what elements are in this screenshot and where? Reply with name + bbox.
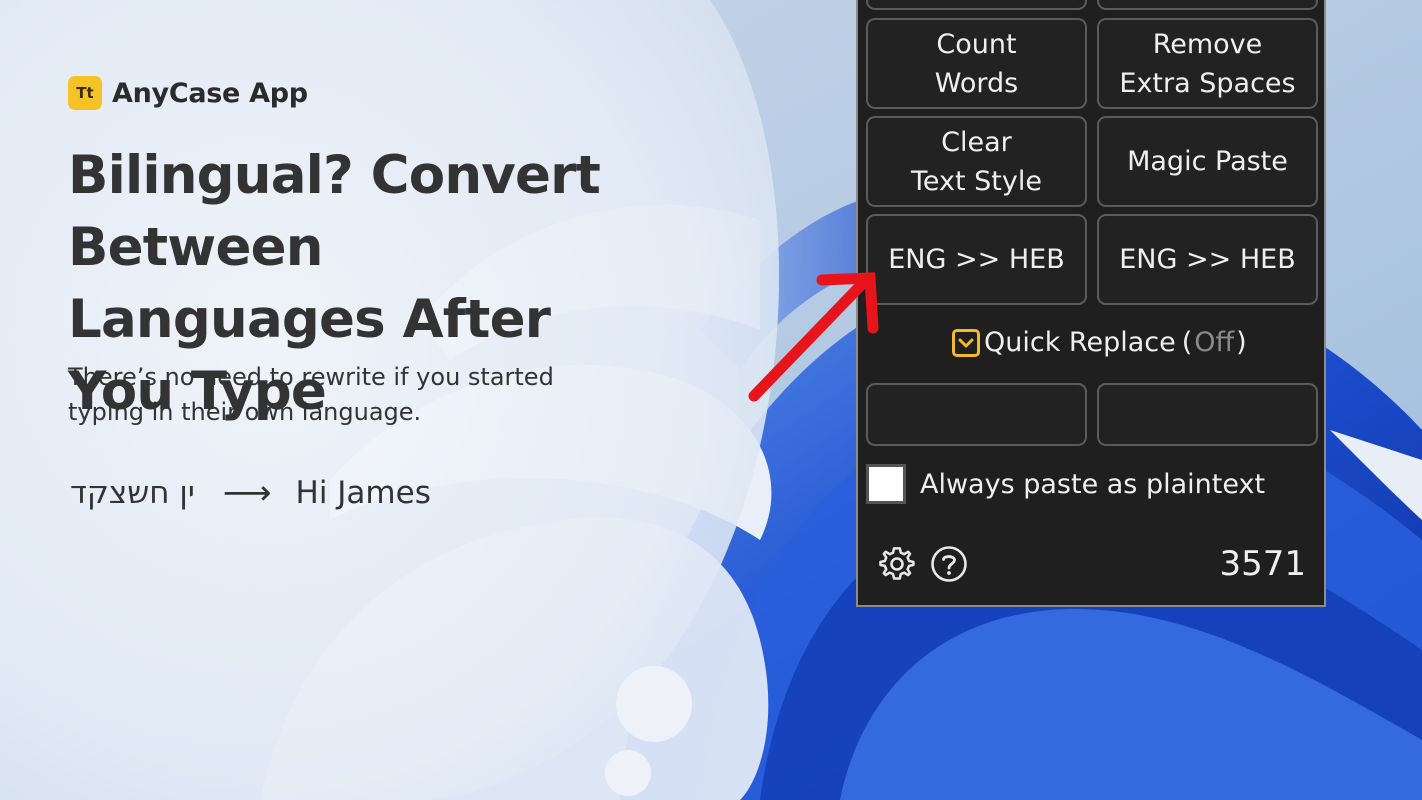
quick-replace-open-paren: ( <box>1181 327 1193 358</box>
eng-to-heb-button-1[interactable]: ENG >> HEB <box>866 214 1087 305</box>
gear-icon[interactable] <box>878 545 916 583</box>
quick-replace-toggle[interactable]: Quick Replace ( Off ) <box>952 327 1247 358</box>
usage-counter: 3571 <box>1219 544 1306 584</box>
empty-button-right[interactable] <box>1097 383 1318 446</box>
empty-button-left[interactable] <box>866 383 1087 446</box>
eng-to-heb-button-2[interactable]: ENG >> HEB <box>1097 214 1318 305</box>
example-target-text: Hi James <box>295 475 431 511</box>
brand: Tt AnyCase App <box>68 76 308 110</box>
top-cut-button-left[interactable] <box>866 0 1087 10</box>
subtext: There’s no need to rewrite if you starte… <box>68 363 554 426</box>
brand-logo-icon: Tt <box>68 76 102 110</box>
quick-replace-label: Quick Replace <box>984 327 1176 358</box>
quick-replace-close-paren: ) <box>1236 327 1247 358</box>
decorative-bubble-small <box>605 750 651 796</box>
always-paste-plaintext-option[interactable]: Always paste as plaintext <box>866 464 1265 504</box>
stage: Tt AnyCase App Bilingual? Convert Betwee… <box>0 0 1422 800</box>
count-words-button[interactable]: Count Words <box>866 18 1087 109</box>
help-icon[interactable] <box>930 545 968 583</box>
plaintext-label: Always paste as plaintext <box>920 468 1266 500</box>
annotation-arrow-icon <box>748 272 879 402</box>
anycase-panel: Count Words Remove Extra Spaces Clear Te… <box>856 0 1326 607</box>
chevron-down-icon <box>952 328 980 357</box>
decorative-bubble-large <box>616 666 692 742</box>
long-arrow-right-icon: ⟶ <box>222 473 272 513</box>
example-source-text: ין חשצקד <box>70 475 195 511</box>
magic-paste-button[interactable]: Magic Paste <box>1097 116 1318 207</box>
plaintext-checkbox[interactable] <box>866 464 906 504</box>
brand-name: AnyCase App <box>112 77 308 109</box>
quick-replace-state: Off <box>1194 327 1235 358</box>
clear-text-style-button[interactable]: Clear Text Style <box>866 116 1087 207</box>
conversion-example: ין חשצקד ⟶ Hi James <box>70 473 431 513</box>
top-cut-button-right[interactable] <box>1097 0 1318 10</box>
remove-extra-spaces-button[interactable]: Remove Extra Spaces <box>1097 18 1318 109</box>
